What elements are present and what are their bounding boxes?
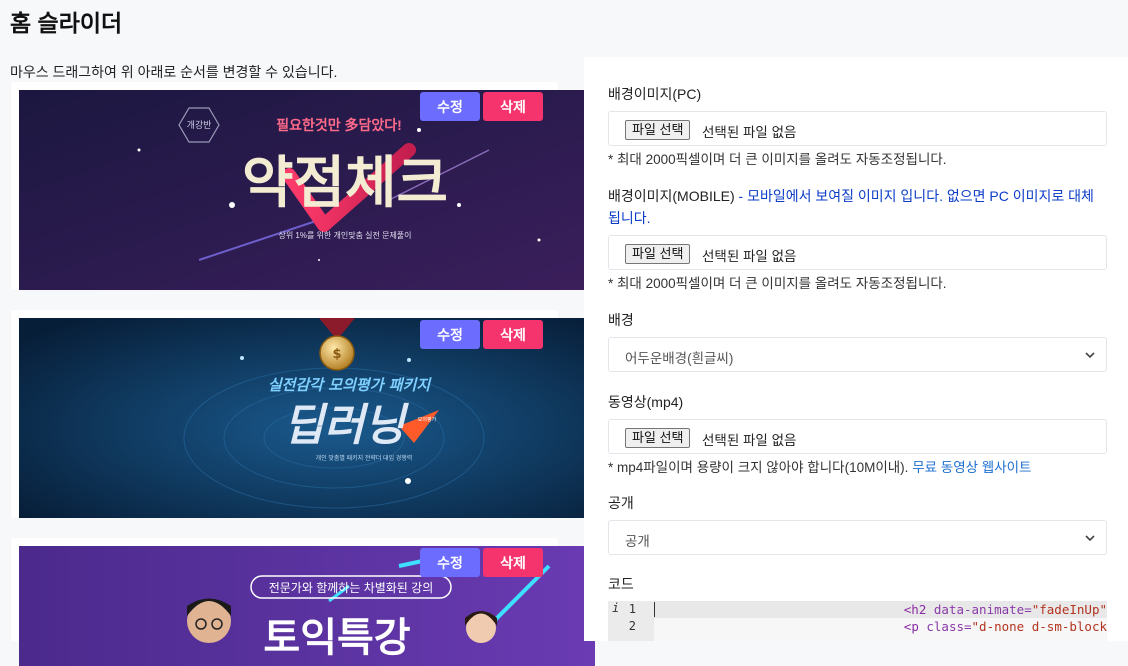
bg-image-pc-help: * 최대 2000픽셀이며 더 큰 이미지를 올려도 자동조정됩니다.	[608, 152, 947, 167]
banner-headline: 딥러닝	[283, 400, 409, 451]
background-label: 배경	[608, 312, 634, 328]
bg-image-pc-field[interactable]: 파일 선택 선택된 파일 없음	[608, 111, 1107, 146]
delete-button[interactable]: 삭제	[483, 320, 543, 349]
drag-hint: 마우스 드래그하여 위 아래로 순서를 변경할 수 있습니다.	[10, 64, 338, 80]
bg-image-mobile-note-cont: 됩니다.	[608, 210, 651, 226]
code-editor[interactable]: i 1 2 <h2 data-animate="fadeInUp" <p cla…	[608, 601, 1107, 641]
banner-tagline: 전문가와 함께하는 차별화된 강의	[269, 581, 434, 595]
banner-headline: 토익특강	[263, 615, 410, 661]
chevron-down-icon	[1085, 535, 1095, 542]
banner-headline: 약점체크	[242, 151, 448, 216]
bg-image-mobile-field[interactable]: 파일 선택 선택된 파일 없음	[608, 235, 1107, 270]
line-number: 2	[628, 619, 636, 633]
video-help-text: * mp4파일이며 용량이 크지 않아야 합니다(10M이내).	[608, 460, 909, 475]
banner-tagline: 필요한것만 多담았다!	[276, 117, 402, 133]
edit-button[interactable]: 수정	[420, 320, 480, 349]
video-label: 동영상(mp4)	[608, 394, 684, 410]
slide-item[interactable]: 개강반 필요한것만 多담았다! 약점체크 상위 1%를 위한 개인맞춤 실전 문…	[11, 82, 595, 290]
free-video-sites-link[interactable]: 무료 동영상 웹사이트	[912, 460, 1031, 475]
bg-image-mobile-file-button[interactable]: 파일 선택	[625, 244, 691, 264]
background-select-value: 어두운배경(흰글씨)	[625, 351, 734, 366]
video-field[interactable]: 파일 선택 선택된 파일 없음	[608, 419, 1107, 454]
bg-image-pc-file-status: 선택된 파일 없음	[702, 125, 797, 140]
edit-button[interactable]: 수정	[420, 548, 480, 577]
banner-badge: 개강반	[187, 120, 212, 130]
banner-subline: 개인 맞춤별 패키지 전략더 대입 경쟁력	[316, 454, 413, 462]
delete-button[interactable]: 삭제	[483, 92, 543, 121]
visibility-select[interactable]: 공개	[608, 520, 1107, 555]
bg-image-mobile-label-text: 배경이미지(MOBILE)	[608, 188, 735, 204]
bg-image-mobile-help: * 최대 2000픽셀이며 더 큰 이미지를 올려도 자동조정됩니다.	[608, 276, 947, 291]
line-number: 1	[628, 602, 636, 616]
bg-image-mobile-label: 배경이미지(MOBILE) - 모바일에서 보여질 이미지 입니다. 없으면 P…	[608, 185, 1108, 229]
page-title: 홈 슬라이더	[10, 10, 123, 36]
text-cursor	[654, 602, 655, 617]
chevron-down-icon	[1085, 352, 1095, 359]
background-select[interactable]: 어두운배경(흰글씨)	[608, 337, 1107, 372]
bg-image-mobile-file-status: 선택된 파일 없음	[702, 249, 797, 264]
video-file-status: 선택된 파일 없음	[702, 433, 797, 448]
code-gutter: i 1 2	[608, 601, 654, 641]
banner-stamp: 모의평가	[418, 416, 437, 423]
visibility-label: 공개	[608, 495, 634, 511]
banner-subline: 상위 1%를 위한 개인맞춤 실전 문제풀이	[278, 230, 411, 240]
banner-tagline: 실전감각 모의평가 패키지	[268, 376, 432, 394]
video-help: * mp4파일이며 용량이 크지 않아야 합니다(10M이내). 무료 동영상 …	[608, 456, 1031, 476]
slide-item[interactable]: $ 실전감각 모의평가 패키지 딥러닝 모의평가 개인 맞춤별 패키지 전략더 …	[11, 310, 595, 518]
code-line: <p class="d-none d-sm-block	[903, 619, 1107, 634]
edit-button[interactable]: 수정	[420, 92, 480, 121]
slide-item[interactable]: 전문가와 함께하는 차별화된 강의 토익특강 수정 삭제	[11, 538, 595, 666]
delete-button[interactable]: 삭제	[483, 548, 543, 577]
slide-edit-form: 배경이미지(PC) 파일 선택 선택된 파일 없음 * 최대 2000픽셀이며 …	[584, 57, 1128, 641]
svg-text:$: $	[332, 347, 341, 362]
visibility-select-value: 공개	[625, 534, 650, 549]
info-icon: i	[612, 601, 620, 615]
code-label: 코드	[608, 576, 634, 592]
instructor-photo-male	[187, 598, 231, 643]
bg-image-pc-label: 배경이미지(PC)	[608, 86, 702, 102]
code-line: <h2 data-animate="fadeInUp"	[903, 602, 1107, 617]
bg-image-pc-file-button[interactable]: 파일 선택	[625, 120, 691, 140]
video-file-button[interactable]: 파일 선택	[625, 428, 691, 448]
bg-image-mobile-note: - 모바일에서 보여질 이미지 입니다. 없으면 PC 이미지로 대체	[734, 188, 1094, 204]
